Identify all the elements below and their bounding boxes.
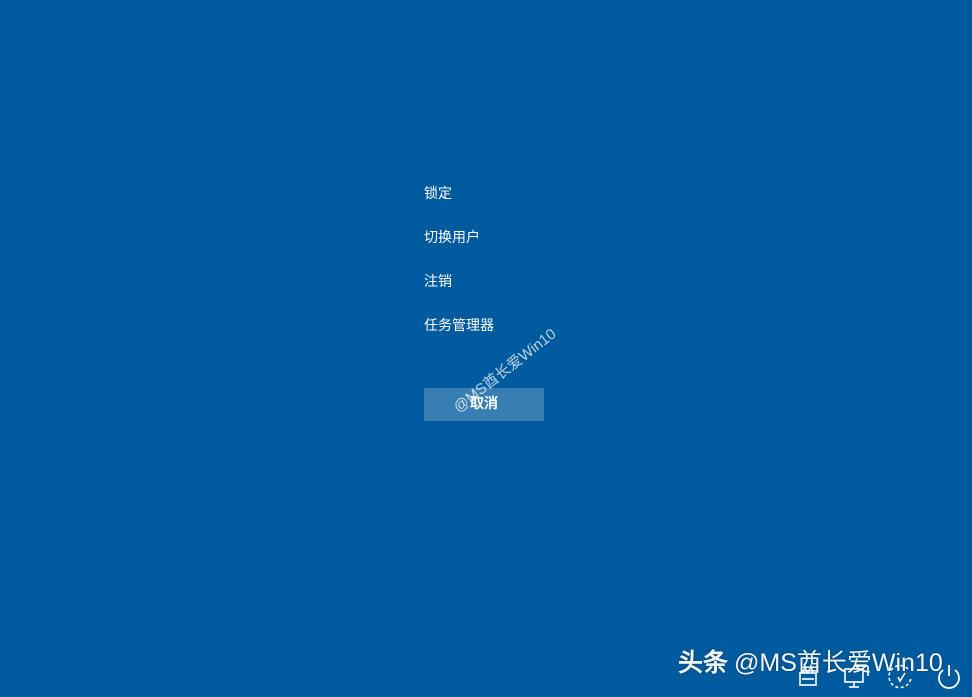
bottom-right-tray <box>794 661 972 697</box>
network-icon[interactable] <box>842 661 872 691</box>
menu-item-task-manager[interactable]: 任务管理器 <box>424 316 564 336</box>
menu-item-sign-out[interactable]: 注销 <box>424 272 564 292</box>
power-icon[interactable] <box>934 661 964 691</box>
menu-item-switch-user[interactable]: 切换用户 <box>424 228 564 248</box>
security-options-menu: 锁定 切换用户 注销 任务管理器 <box>424 184 564 360</box>
watermark-brand: 头条 <box>678 649 729 677</box>
menu-item-lock[interactable]: 锁定 <box>424 184 564 204</box>
accessibility-icon[interactable] <box>794 661 824 691</box>
cancel-button[interactable]: 取消 <box>424 388 544 421</box>
ease-of-access-icon[interactable] <box>886 661 916 691</box>
